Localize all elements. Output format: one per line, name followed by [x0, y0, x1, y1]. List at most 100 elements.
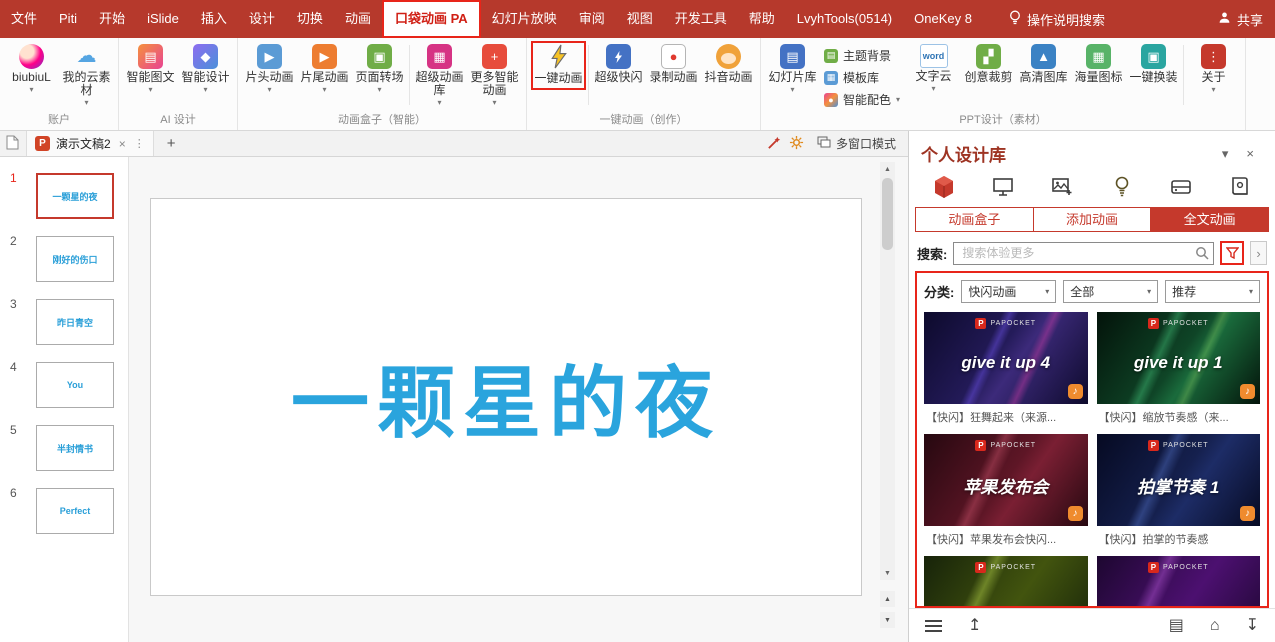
menu-tab-pocket-animation[interactable]: 口袋动画 PA: [381, 0, 481, 38]
expand-filters-button[interactable]: ›: [1250, 241, 1267, 265]
douyin-animation-button[interactable]: 抖音动画: [701, 41, 756, 84]
slide-thumbnail-5[interactable]: 5 半封情书: [10, 423, 114, 471]
template-library-button[interactable]: ▦ 模板库: [824, 69, 900, 86]
tab-add-animation[interactable]: 添加动画: [1032, 207, 1152, 232]
tell-me-search[interactable]: 操作说明搜索: [997, 0, 1117, 38]
storage-drive-icon[interactable]: [1168, 175, 1194, 199]
slide-thumbnail-4[interactable]: 4 You: [10, 360, 114, 408]
menu-tab-design[interactable]: 设计: [238, 0, 286, 38]
smart-graphics-button[interactable]: ▤ 智能图文 ▾: [123, 41, 178, 95]
creative-crop-button[interactable]: ▞ 创意裁剪: [961, 41, 1016, 84]
outro-animation-button[interactable]: ▶ 片尾动画 ▾: [297, 41, 352, 95]
tab-fulltext-animation[interactable]: 全文动画: [1150, 207, 1270, 232]
panel-icon-row: [909, 168, 1275, 206]
about-button[interactable]: ⋮ 关于 ▾: [1186, 41, 1241, 95]
home-icon[interactable]: ⌂: [1210, 617, 1220, 634]
material-stack-icon[interactable]: ▤: [1169, 617, 1184, 634]
vertical-scrollbar[interactable]: ▲ ▼: [880, 162, 895, 580]
smart-color-icon: ●: [824, 92, 838, 107]
animation-card-3[interactable]: P PAPOCKET 苹果发布会 ♪ 【快闪】苹果发布会快闪...: [924, 434, 1088, 547]
music-note-icon: ♪: [1240, 384, 1255, 399]
menu-tab-review[interactable]: 审阅: [568, 0, 616, 38]
slide-canvas[interactable]: 一颗星的夜 ▲ ▼ ▲ ▼: [129, 157, 908, 642]
category-select-scope[interactable]: 全部 ▾: [1063, 280, 1159, 303]
menu-icon[interactable]: [925, 619, 942, 632]
hd-gallery-icon: ▲: [1031, 44, 1057, 69]
download-icon[interactable]: ↧: [1246, 617, 1259, 634]
ribbon-group-animation-box: ▶ 片头动画 ▾ ▶ 片尾动画 ▾ ▣ 页面转场 ▾ ▦ 超级动画库 ▾ + 更…: [238, 38, 527, 130]
category-select-sort[interactable]: 推荐 ▾: [1165, 280, 1261, 303]
menu-tab-onekey[interactable]: OneKey 8: [903, 0, 983, 38]
help-book-icon[interactable]: [1227, 175, 1253, 199]
icon-library-button[interactable]: ▦ 海量图标: [1071, 41, 1126, 84]
new-document-icon[interactable]: [6, 135, 19, 153]
menu-tab-file[interactable]: 文件: [0, 0, 48, 38]
page-transition-button[interactable]: ▣ 页面转场 ▾: [352, 41, 407, 95]
filter-button[interactable]: [1220, 241, 1244, 265]
menu-tab-transitions[interactable]: 切换: [286, 0, 334, 38]
scrollbar-thumb[interactable]: [882, 178, 893, 250]
menu-tab-developer[interactable]: 开发工具: [664, 0, 738, 38]
super-animation-library-button[interactable]: ▦ 超级动画库 ▾: [412, 41, 467, 108]
slide-library-button[interactable]: ▤ 幻灯片库 ▾: [765, 41, 820, 95]
panel-dropdown-icon[interactable]: ▾: [1213, 146, 1238, 162]
smart-design-button[interactable]: ◆ 智能设计 ▾: [178, 41, 233, 95]
account-user-button[interactable]: biubiuL ▾: [4, 41, 59, 95]
magic-wand-icon[interactable]: [767, 135, 782, 153]
menu-tab-home[interactable]: 开始: [88, 0, 136, 38]
design-library-cube-icon[interactable]: [931, 175, 957, 199]
document-tab[interactable]: P 演示文稿2 × ⋮: [26, 131, 154, 156]
panel-close-icon[interactable]: ×: [1237, 146, 1263, 161]
share-button[interactable]: 共享: [1206, 0, 1275, 38]
slideshow-screen-icon[interactable]: [990, 175, 1016, 199]
slide-thumbnail-6[interactable]: 6 Perfect: [10, 486, 114, 534]
scroll-up-icon[interactable]: ▲: [880, 162, 895, 176]
search-input[interactable]: [953, 241, 1214, 265]
scroll-down-icon[interactable]: ▼: [880, 566, 895, 580]
menu-tab-islide[interactable]: iSlide: [136, 0, 190, 38]
intro-animation-button[interactable]: ▶ 片头动画 ▾: [242, 41, 297, 95]
menu-tab-slideshow[interactable]: 幻灯片放映: [481, 0, 568, 38]
tab-more-icon[interactable]: ⋮: [134, 137, 145, 150]
menu-tab-view[interactable]: 视图: [616, 0, 664, 38]
super-flash-button[interactable]: 超级快闪: [591, 41, 646, 84]
my-cloud-assets-button[interactable]: ☁ 我的云素材 ▾: [59, 41, 114, 108]
animation-card-5[interactable]: P PAPOCKET: [924, 556, 1088, 606]
animation-card-4[interactable]: P PAPOCKET 拍掌节奏 1 ♪ 【快闪】拍掌的节奏感: [1096, 434, 1260, 547]
word-cloud-button[interactable]: word 文字云 ▾: [906, 41, 961, 94]
idea-lightbulb-icon[interactable]: [1109, 175, 1135, 199]
current-slide[interactable]: 一颗星的夜: [150, 198, 862, 596]
upload-icon[interactable]: ↥: [968, 617, 981, 634]
hd-gallery-button[interactable]: ▲ 高清图库: [1016, 41, 1071, 84]
category-select-type[interactable]: 快闪动画 ▾: [961, 280, 1057, 303]
new-tab-button[interactable]: +: [161, 135, 182, 152]
more-smart-animation-button[interactable]: + 更多智能动画 ▾: [467, 41, 522, 108]
previous-slide-button[interactable]: ▲: [880, 591, 895, 607]
menu-tab-lvyhtools[interactable]: LvyhTools(0514): [786, 0, 903, 38]
menu-tab-insert[interactable]: 插入: [190, 0, 238, 38]
gear-icon[interactable]: [789, 135, 804, 153]
next-slide-button[interactable]: ▼: [880, 612, 895, 628]
theme-background-button[interactable]: ▤ 主题背景: [824, 47, 900, 64]
slide-title-text[interactable]: 一颗星的夜: [291, 341, 721, 453]
slide-thumbnail-1[interactable]: 1 一颗星的夜: [10, 171, 114, 219]
animation-card-1[interactable]: P PAPOCKET give it up 4 ♪ 【快闪】狂舞起来（来源...: [924, 312, 1088, 425]
animation-card-2[interactable]: P PAPOCKET give it up 1 ♪ 【快闪】缩放节奏感（来...: [1096, 312, 1260, 425]
onekey-animation-button[interactable]: 一键动画: [531, 41, 586, 90]
menu-tab-help[interactable]: 帮助: [738, 0, 786, 38]
image-add-icon[interactable]: [1049, 175, 1075, 199]
menu-tab-piti[interactable]: Piti: [48, 0, 88, 38]
animation-card-6[interactable]: P PAPOCKET: [1096, 556, 1260, 606]
menu-tab-animations[interactable]: 动画: [334, 0, 382, 38]
slide-thumbnail-2[interactable]: 2 刚好的伤口: [10, 234, 114, 282]
record-animation-button[interactable]: ● 录制动画: [646, 41, 701, 84]
scrollbar-track[interactable]: [880, 176, 895, 566]
search-icon[interactable]: [1195, 246, 1209, 263]
multi-window-mode-button[interactable]: 多窗口模式: [811, 135, 902, 152]
slide-thumbnail-3[interactable]: 3 昨日青空: [10, 297, 114, 345]
chevron-down-icon: ▾: [148, 85, 153, 94]
close-tab-icon[interactable]: ×: [117, 137, 128, 151]
tab-animation-box[interactable]: 动画盒子: [915, 207, 1034, 232]
onekey-outfit-button[interactable]: ▣ 一键换装: [1126, 41, 1181, 84]
smart-color-button[interactable]: ● 智能配色 ▾: [824, 91, 900, 108]
